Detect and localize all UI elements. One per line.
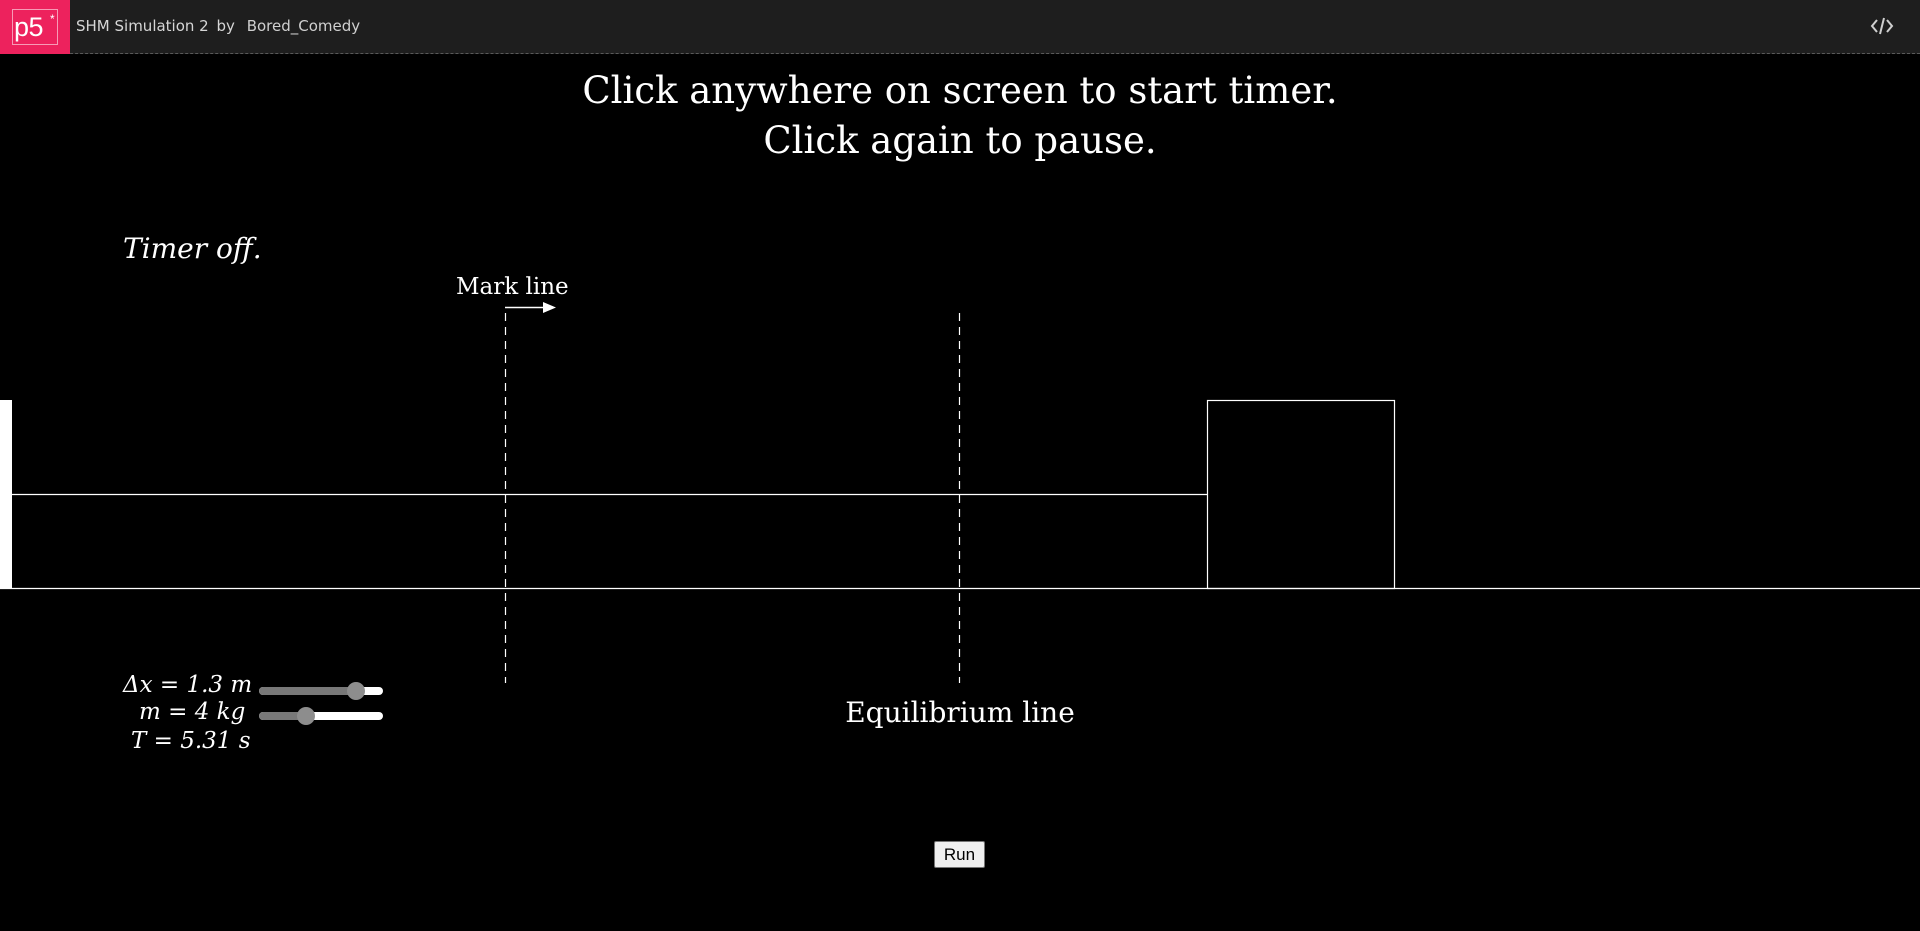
displacement-slider-fill (259, 687, 356, 695)
displacement-slider[interactable] (259, 682, 383, 700)
instruction-line-2: Click again to pause. (763, 119, 1157, 162)
mark-arrow-head (543, 302, 556, 313)
mark-line-label: Mark line (456, 274, 569, 300)
mass-slider[interactable] (259, 707, 383, 725)
sketch-canvas[interactable]: Click anywhere on screen to start timer.… (0, 55, 1920, 931)
code-brackets-icon[interactable] (1870, 14, 1894, 38)
mass-block (1206, 399, 1396, 590)
period-readout: T = 5.31 s (131, 728, 251, 754)
logo-text: p5 (14, 12, 44, 42)
wall (0, 400, 12, 588)
timer-status: Timer off. (123, 232, 262, 265)
logo-star: * (50, 12, 55, 26)
top-bar: p5 * SHM Simulation 2 by Bored_Comedy (0, 0, 1920, 54)
displacement-slider-thumb[interactable] (347, 682, 365, 700)
simulation-drawing (0, 302, 1920, 683)
run-button[interactable]: Run (934, 841, 985, 868)
by-label: by (216, 17, 235, 35)
author-link[interactable]: Bored_Comedy (247, 17, 360, 35)
instruction-line-1: Click anywhere on screen to start timer. (582, 69, 1338, 112)
sketch-meta: SHM Simulation 2 by Bored_Comedy (76, 17, 363, 35)
displacement-readout: Δx = 1.3 m (123, 672, 253, 698)
mass-slider-thumb[interactable] (297, 707, 315, 725)
p5-logo[interactable]: p5 * (0, 0, 70, 54)
mass-readout: m = 4 kg (139, 699, 246, 725)
sketch-title: SHM Simulation 2 (76, 17, 209, 35)
